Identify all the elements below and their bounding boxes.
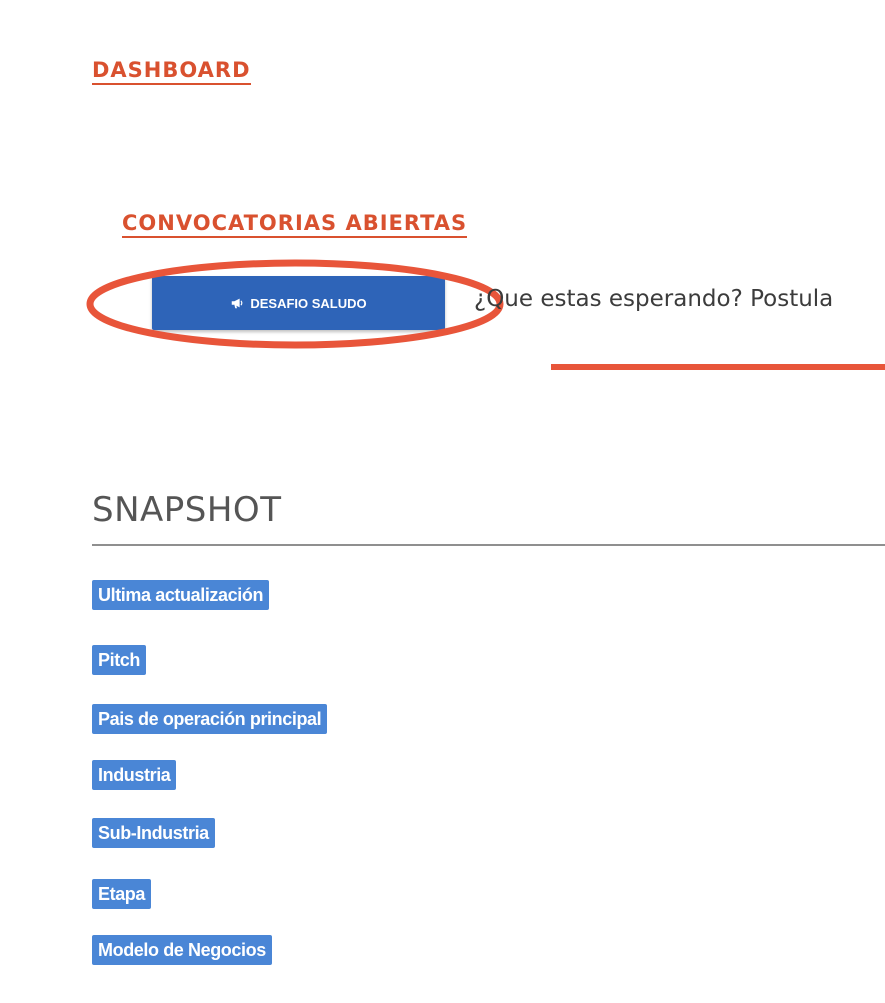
snapshot-label-industria: Industria [92,760,177,790]
snapshot-label-etapa: Etapa [92,879,152,909]
convocatorias-prompt-text: ¿Que estas esperando? Postula [474,286,834,312]
dashboard-title[interactable]: DASHBOARD [92,58,251,85]
snapshot-label-pais: Pais de operación principal [92,704,328,734]
snapshot-label-pitch: Pitch [92,645,147,675]
snapshot-title: SNAPSHOT [92,490,282,530]
convocatorias-title[interactable]: CONVOCATORIAS ABIERTAS [122,211,468,238]
snapshot-divider [92,544,885,546]
desafio-saludo-label: DESAFIO SALUDO [250,295,367,311]
megaphone-icon [230,296,244,310]
snapshot-label-ultima-actualizacion: Ultima actualización [92,580,270,610]
snapshot-label-modelo-de-negocios: Modelo de Negocios [92,935,272,965]
snapshot-label-sub-industria: Sub-Industria [92,818,215,848]
underline-annotation [551,364,885,370]
desafio-saludo-button[interactable]: DESAFIO SALUDO [152,276,445,330]
